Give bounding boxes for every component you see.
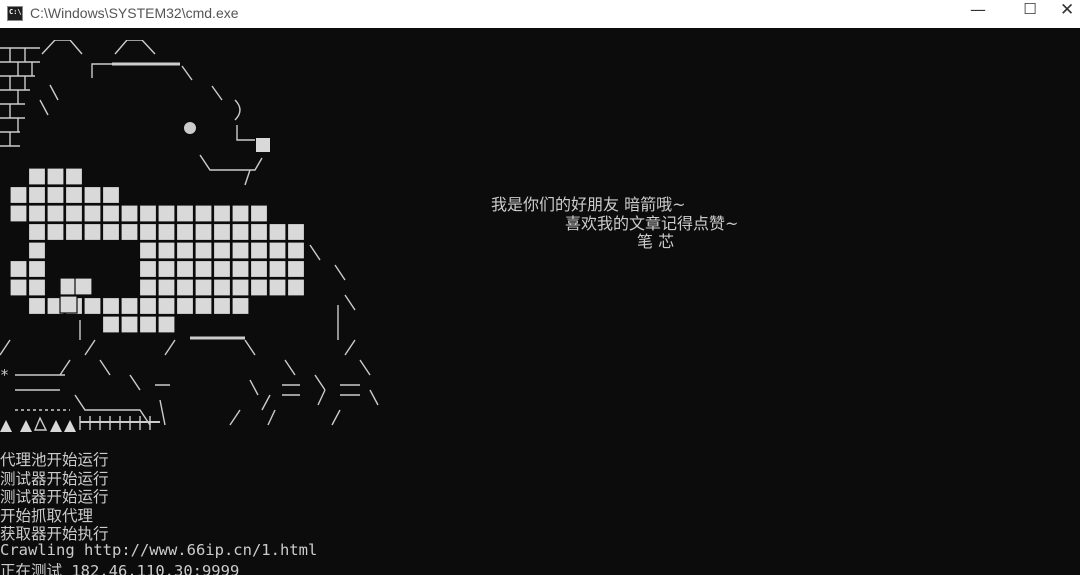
cmd-icon[interactable]: C:\ [7, 6, 23, 21]
greeting-line-3: 笔 芯 [637, 232, 675, 251]
log-line: 开始抓取代理 [0, 506, 94, 525]
window-title: C:\Windows\SYSTEM32\cmd.exe [30, 5, 239, 21]
log-line: 代理池开始运行 [0, 451, 109, 469]
svg-text:*: * [0, 366, 9, 384]
minimize-button[interactable]: — [955, 0, 1001, 28]
log-line: Crawling http://www.66ip.cn/1.html [0, 540, 318, 559]
log-output: 代理池开始运行 测试器开始运行 测试器开始运行 开始抓取代理 获取器开始执行 C… [0, 448, 317, 575]
log-line: 测试器开始运行 [0, 488, 109, 506]
log-line: 获取器开始执行 [0, 525, 109, 543]
ascii-art-bear: * [0, 40, 379, 432]
log-line: 测试器开始运行 [0, 469, 109, 488]
maximize-button[interactable]: ☐ [1007, 0, 1053, 28]
title-bar: C:\ C:\Windows\SYSTEM32\cmd.exe — ☐ ✕ [0, 0, 1080, 28]
console-area[interactable]: * 我是你们的好朋友 暗箭哦~ 喜欢我的文章记得点赞~ 笔 芯 代理池开始运行 … [0, 28, 1080, 575]
close-button[interactable]: ✕ [1060, 0, 1080, 28]
log-line: 正在测试 182.46.110.30:9999 [0, 562, 240, 575]
